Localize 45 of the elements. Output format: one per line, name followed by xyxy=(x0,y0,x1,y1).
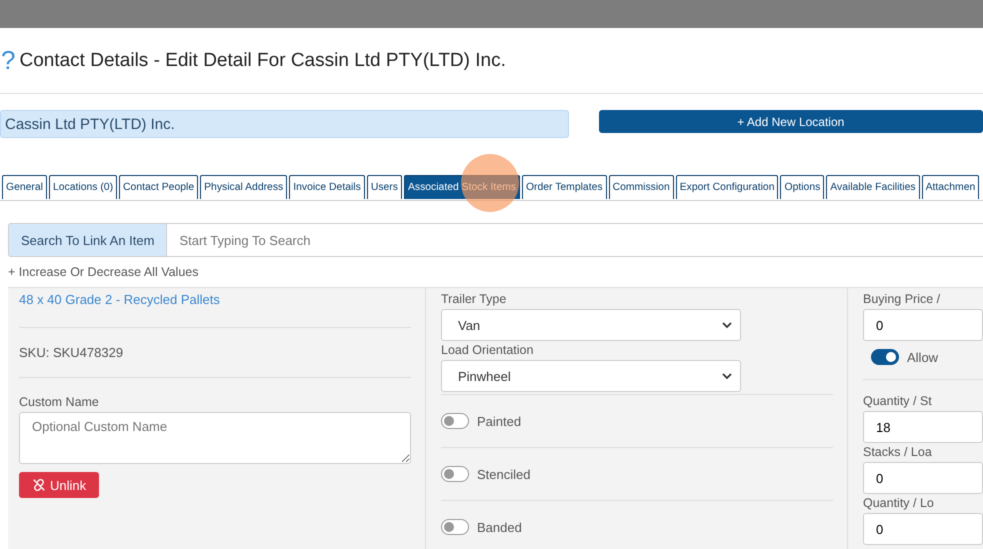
tab[interactable]: Contact People xyxy=(119,175,198,199)
dropdown[interactable]: Pinwheel xyxy=(441,360,741,392)
increase-decrease-link[interactable]: + Increase Or Decrease All Values xyxy=(8,265,983,287)
number-field[interactable]: 18 xyxy=(863,411,983,443)
modal-title: Contact Details - Edit Detail For Cassin Ltd PTY(LTD) Inc. xyxy=(19,50,506,72)
company-name-field[interactable]: Cassin Ltd PTY(LTD) Inc. xyxy=(0,110,569,138)
dropdown[interactable]: Van xyxy=(441,309,741,341)
field-label: Quantity / Lo xyxy=(863,496,935,510)
toggle-switch[interactable] xyxy=(441,466,469,482)
number-field[interactable]: 0 xyxy=(863,309,983,341)
sku-text: SKU: SKU478329 xyxy=(19,345,124,360)
tab[interactable]: Order Templates xyxy=(522,175,607,199)
tab[interactable]: Locations (0) xyxy=(48,175,118,199)
tab[interactable]: Export Configuration xyxy=(676,175,778,199)
number-field[interactable]: 0 xyxy=(863,462,983,494)
field-label: Stacks / Loa xyxy=(863,445,933,459)
tab[interactable]: General xyxy=(2,175,47,199)
tab[interactable]: Attachmen xyxy=(922,175,980,199)
toggle-switch[interactable] xyxy=(441,519,469,535)
chevron-down-icon xyxy=(722,321,732,329)
search-field[interactable]: Start Typing To Search xyxy=(167,223,983,257)
toggle-switch[interactable] xyxy=(871,349,899,365)
unlink-icon xyxy=(32,478,46,492)
chevron-down-icon xyxy=(722,372,732,380)
field-label: Quantity / St xyxy=(863,394,933,408)
field-label: Buying Price / xyxy=(863,292,942,306)
field-label: Custom Name xyxy=(19,395,100,409)
toggle-label: Banded xyxy=(477,520,522,534)
custom-name-field[interactable]: Optional Custom Name xyxy=(19,412,411,464)
tab[interactable]: Users xyxy=(366,175,402,199)
toggle-label: Stenciled xyxy=(477,466,530,482)
tab[interactable]: Options xyxy=(780,175,824,199)
toggle-switch[interactable] xyxy=(441,413,469,429)
tab[interactable]: Physical Address xyxy=(200,175,288,199)
toggle-label: Painted xyxy=(477,414,522,428)
tab[interactable]: Available Facilities xyxy=(826,175,920,199)
search-label: Search To Link An Item xyxy=(8,223,168,257)
unlink-button[interactable]: Unlink xyxy=(19,472,100,498)
toggle-label: Allow xyxy=(907,350,938,364)
field-label: Trailer Type xyxy=(441,292,508,306)
field-label: Load Orientation xyxy=(441,343,534,357)
tab[interactable]: Commission xyxy=(608,175,674,199)
tab[interactable]: Invoice Details xyxy=(289,175,365,199)
number-field[interactable]: 0 xyxy=(863,513,983,545)
add-location-button[interactable]: + Add New Location xyxy=(598,110,983,133)
